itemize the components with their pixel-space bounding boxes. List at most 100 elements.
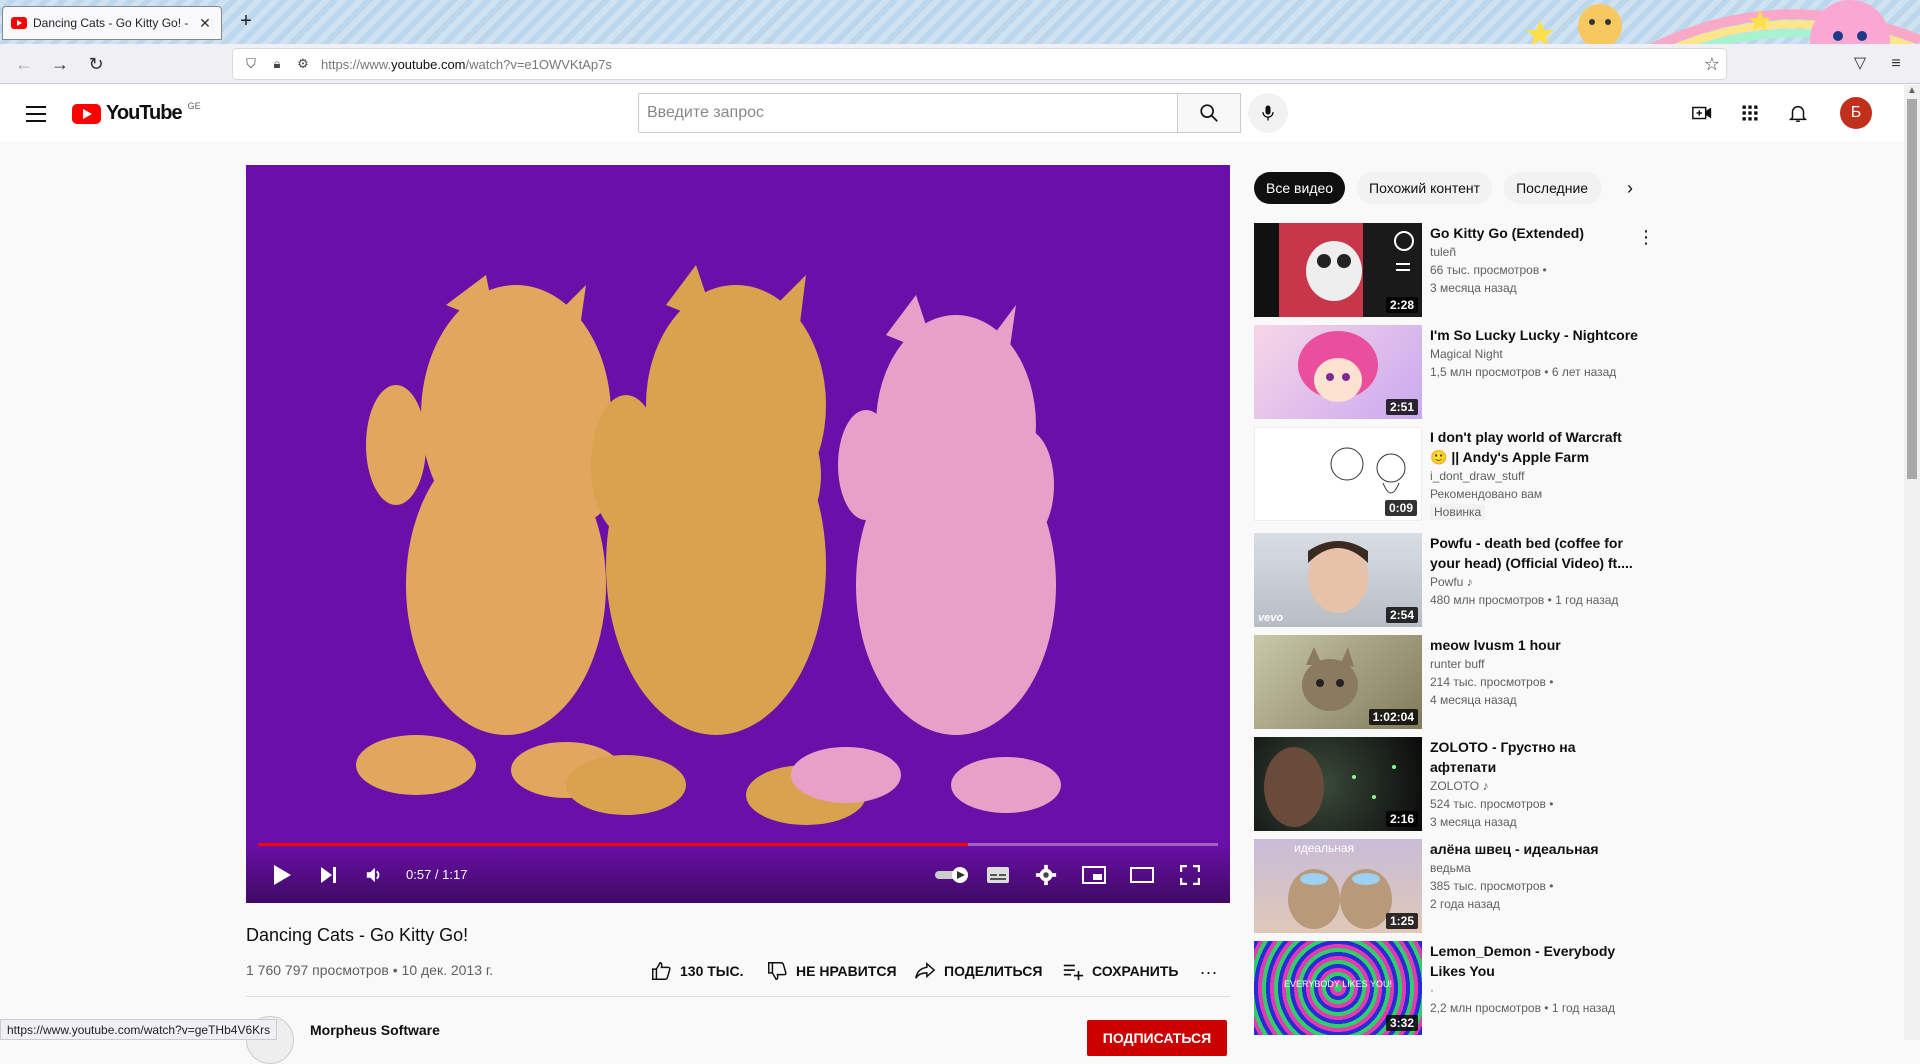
volume-icon (366, 867, 380, 883)
share-label: ПОДЕЛИТЬСЯ (944, 963, 1043, 979)
menu-icon[interactable]: ≡ (1884, 52, 1908, 76)
rec-channel[interactable]: runter buff (1430, 655, 1640, 673)
autoplay-toggle-icon (935, 867, 968, 883)
settings-button[interactable] (1030, 859, 1062, 891)
page-scrollbar[interactable]: ▲ (1904, 85, 1920, 1040)
list-item[interactable]: 0:09 I don't play world of Warcraft 🙂 ||… (1254, 427, 1654, 522)
autoplay-toggle[interactable] (932, 859, 972, 891)
rec-channel[interactable]: ведьма (1430, 859, 1640, 877)
duration-badge: 2:16 (1385, 811, 1418, 827)
channel-name[interactable]: Morpheus Software (310, 1022, 440, 1038)
rec-channel[interactable]: · (1430, 981, 1640, 999)
video-thumbnail[interactable]: 2:16 (1254, 737, 1422, 831)
guide-menu-icon[interactable] (24, 101, 48, 125)
forward-arrow-icon[interactable]: → (48, 52, 72, 76)
notifications-button[interactable] (1786, 101, 1810, 125)
video-thumbnail[interactable]: 1:02:04 (1254, 635, 1422, 729)
video-thumbnail[interactable]: 2:51 (1254, 325, 1422, 419)
progress-bar[interactable] (258, 843, 1218, 846)
youtube-favicon-icon (11, 17, 27, 29)
theater-mode-button[interactable] (1126, 859, 1158, 891)
create-video-button[interactable] (1690, 101, 1714, 125)
new-badge: Новинка (1430, 504, 1486, 520)
tab-title: Dancing Cats - Go Kitty Go! - YouTube (33, 16, 191, 30)
list-item[interactable]: EVERYBODY LIKES YOU! 3:32 Lemon_Demon - … (1254, 941, 1654, 1036)
video-player[interactable]: 0:57 / 1:17 (246, 165, 1230, 903)
rec-stats: 385 тыс. просмотров • (1430, 879, 1554, 893)
chip-all[interactable]: Все видео (1254, 172, 1346, 204)
rec-title[interactable]: ZOLOTO - Грустно на афтепати (1430, 737, 1640, 777)
save-label: СОХРАНИТЬ (1092, 963, 1179, 979)
save-button[interactable]: СОХРАНИТЬ (1062, 960, 1178, 982)
video-thumbnail[interactable]: 0:09 (1254, 427, 1422, 521)
subtitles-button[interactable] (982, 859, 1014, 891)
pocket-icon[interactable]: ▽ (1848, 52, 1872, 76)
chevron-right-icon[interactable]: › (1618, 176, 1642, 200)
rec-title[interactable]: Lemon_Demon - Everybody Likes You (1430, 941, 1640, 981)
lock-icon[interactable]: 🔒︎ (269, 56, 285, 72)
more-vert-icon[interactable]: ⋮ (1634, 227, 1658, 251)
more-actions-icon[interactable]: ... (1200, 958, 1218, 979)
rec-channel[interactable]: Magical Night (1430, 345, 1640, 363)
address-bar[interactable]: ⛉ 🔒︎ ⚙ https://www.youtube.com/watch?v=e… (232, 48, 1727, 80)
video-thumbnail[interactable]: 2:28 (1254, 223, 1422, 317)
browser-tab[interactable]: Dancing Cats - Go Kitty Go! - YouTube ✕ (2, 6, 222, 40)
new-tab-button[interactable]: + (234, 10, 258, 34)
play-button[interactable] (266, 859, 298, 891)
rec-channel[interactable]: Powfu ♪ (1430, 573, 1640, 591)
permissions-icon[interactable]: ⚙ (295, 56, 311, 72)
player-controls: 0:57 / 1:17 (246, 843, 1230, 903)
apps-button[interactable] (1738, 101, 1762, 125)
rec-title[interactable]: I'm So Lucky Lucky - Nightcore (1430, 325, 1640, 345)
fullscreen-icon (1180, 865, 1200, 885)
search-input[interactable]: Введите запрос (638, 93, 1178, 133)
url-text[interactable]: https://www.youtube.com/watch?v=e1OWVKtA… (321, 57, 1688, 72)
like-count: 130 ТЫС. (680, 963, 744, 979)
list-item[interactable]: идеальная 1:25 алёна швец - идеальная ве… (1254, 839, 1654, 934)
rec-stats: 1,5 млн просмотров • 6 лет назад (1430, 365, 1617, 379)
miniplayer-button[interactable] (1078, 859, 1110, 891)
youtube-play-icon (72, 103, 101, 124)
list-item[interactable]: 2:16 ZOLOTO - Грустно на афтепати ZOLOTO… (1254, 737, 1654, 832)
rec-title[interactable]: Go Kitty Go (Extended) (1430, 223, 1640, 243)
chip-related[interactable]: Похожий контент (1357, 172, 1493, 204)
related-filter-chips: Все видео Похожий контент Последние (1254, 172, 1603, 204)
bookmark-star-icon[interactable]: ☆ (1698, 54, 1726, 75)
rec-channel[interactable]: tuleñ (1430, 243, 1640, 261)
apps-grid-icon (1742, 105, 1758, 121)
rec-channel[interactable]: i_dont_draw_stuff (1430, 467, 1640, 485)
search-button[interactable] (1177, 93, 1241, 133)
video-title: Dancing Cats - Go Kitty Go! (246, 925, 469, 945)
chip-recent[interactable]: Последние (1504, 172, 1603, 204)
mute-button[interactable] (358, 859, 390, 891)
rec-title[interactable]: Powfu - death bed (coffee for your head)… (1430, 533, 1640, 573)
avatar[interactable]: Б (1840, 97, 1872, 129)
list-item[interactable]: 1:02:04 meow lvusm 1 hour runter buff 21… (1254, 635, 1654, 730)
like-button[interactable]: 130 ТЫС. (650, 960, 744, 982)
back-arrow-icon[interactable]: ← (12, 52, 36, 76)
reload-icon[interactable]: ↻ (84, 52, 108, 76)
next-button[interactable] (312, 859, 344, 891)
rec-title[interactable]: алёна швец - идеальная (1430, 839, 1640, 859)
close-tab-icon[interactable]: ✕ (197, 15, 213, 32)
voice-search-button[interactable] (1248, 93, 1288, 133)
video-thumbnail[interactable]: идеальная 1:25 (1254, 839, 1422, 933)
list-item[interactable]: 2:51 I'm So Lucky Lucky - Nightcore Magi… (1254, 325, 1654, 420)
rec-channel[interactable]: ZOLOTO ♪ (1430, 777, 1640, 795)
subscribe-button[interactable]: ПОДПИСАТЬСЯ (1087, 1020, 1227, 1056)
rec-title[interactable]: meow lvusm 1 hour (1430, 635, 1640, 655)
scroll-up-icon[interactable]: ▲ (1907, 85, 1917, 96)
video-thumbnail[interactable]: EVERYBODY LIKES YOU! 3:32 (1254, 941, 1422, 1035)
video-thumbnail[interactable]: vevo 2:54 (1254, 533, 1422, 627)
scrollbar-thumb[interactable] (1907, 99, 1917, 479)
dislike-button[interactable]: НЕ НРАВИТСЯ (766, 960, 897, 982)
list-item[interactable]: vevo 2:54 Powfu - death bed (coffee for … (1254, 533, 1654, 628)
rec-age: 3 месяца назад (1430, 281, 1517, 295)
rec-title[interactable]: I don't play world of Warcraft 🙂 || Andy… (1430, 427, 1640, 467)
shield-icon[interactable]: ⛉ (243, 56, 259, 72)
duration-badge: 1:25 (1385, 913, 1418, 929)
list-item[interactable]: 2:28 Go Kitty Go (Extended) tuleñ 66 тыс… (1254, 223, 1655, 318)
share-button[interactable]: ПОДЕЛИТЬСЯ (914, 960, 1042, 982)
youtube-logo[interactable]: YouTube GE (72, 101, 201, 125)
fullscreen-button[interactable] (1174, 859, 1206, 891)
